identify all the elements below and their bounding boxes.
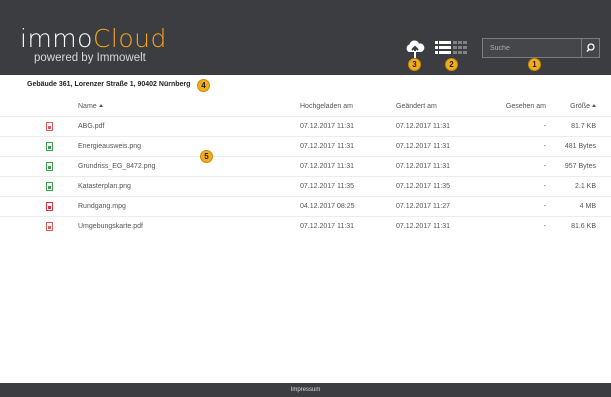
image-file-icon bbox=[46, 182, 54, 191]
table-row[interactable]: Katasterplan.png 07.12.2017 11:35 07.12.20… bbox=[0, 176, 611, 196]
seen-date: - bbox=[543, 223, 546, 230]
pdf-file-icon bbox=[46, 222, 54, 231]
uploaded-date: 07.12.2017 11:31 bbox=[300, 163, 354, 170]
uploaded-date: 07.12.2017 11:31 bbox=[300, 123, 354, 130]
file-icon-shape bbox=[46, 202, 53, 211]
sort-ascending-icon bbox=[592, 104, 596, 107]
modified-date: 07.12.2017 11:31 bbox=[396, 123, 450, 130]
file-icon-glyph bbox=[48, 166, 51, 169]
image-file-icon bbox=[46, 142, 54, 151]
search-input[interactable] bbox=[483, 39, 580, 57]
logo-word-cloud: Cloud bbox=[92, 24, 167, 53]
table-row[interactable]: ABG.pdf 07.12.2017 11:31 07.12.2017 11:31 -… bbox=[0, 116, 611, 136]
file-icon-shape bbox=[46, 162, 53, 171]
file-name[interactable]: Umgebungskarte.pdf bbox=[78, 223, 143, 230]
column-header-modified[interactable]: Geändert am bbox=[396, 103, 437, 110]
column-header-seen[interactable]: Gesehen am bbox=[492, 103, 546, 110]
file-name[interactable]: Katasterplan.png bbox=[78, 183, 131, 190]
search-box bbox=[482, 38, 600, 58]
file-icon-glyph bbox=[48, 126, 51, 129]
uploaded-date: 07.12.2017 11:31 bbox=[300, 143, 354, 150]
file-icon-glyph bbox=[48, 206, 51, 209]
immocloud-logo[interactable]: immoCloud powered by Immowelt bbox=[20, 26, 167, 64]
breadcrumb: Gebäude 361, Lorenzer Straße 1, 90402 Nü… bbox=[27, 81, 191, 88]
column-header-size[interactable]: Größe bbox=[550, 103, 596, 110]
footer: Impressum bbox=[0, 383, 611, 397]
uploaded-date: 04.12.2017 08:25 bbox=[300, 203, 355, 210]
search-icon bbox=[586, 43, 595, 52]
modified-date: 07.12.2017 11:31 bbox=[396, 163, 450, 170]
uploaded-date: 07.12.2017 11:31 bbox=[300, 223, 354, 230]
seen-date: - bbox=[543, 163, 546, 170]
file-size: 2.1 KB bbox=[574, 183, 596, 190]
list-view-icon[interactable] bbox=[435, 40, 451, 56]
seen-date: - bbox=[543, 143, 546, 150]
impressum-link[interactable]: Impressum bbox=[291, 387, 321, 393]
callout-badge-1: 1 bbox=[528, 58, 541, 71]
file-icon-shape bbox=[46, 222, 53, 231]
table-row[interactable]: Rundgang.mpg 04.12.2017 08:25 07.12.2017 1… bbox=[0, 196, 611, 216]
file-size: 81.6 KB bbox=[571, 223, 596, 230]
image-file-icon bbox=[46, 162, 54, 171]
column-header-uploaded[interactable]: Hochgeladen am bbox=[300, 103, 353, 110]
seen-date: - bbox=[543, 123, 546, 130]
file-icon-glyph bbox=[48, 146, 51, 149]
logo-wordmark: immoCloud bbox=[20, 26, 167, 51]
logo-tagline: powered by Immowelt bbox=[34, 52, 146, 64]
app-header: immoCloud powered by Immowelt bbox=[0, 0, 611, 75]
file-size: 4 MB bbox=[579, 203, 596, 210]
file-icon-shape bbox=[46, 182, 53, 191]
file-size: 957 Bytes bbox=[564, 163, 596, 170]
file-name[interactable]: ABG.pdf bbox=[78, 123, 104, 130]
file-name[interactable]: Energieausweis.png bbox=[78, 143, 141, 150]
column-header-name-label: Name bbox=[78, 103, 97, 110]
logo-word-immo: immo bbox=[20, 24, 93, 53]
file-icon-shape bbox=[46, 142, 53, 151]
grid-view-icon[interactable] bbox=[453, 40, 467, 56]
modified-date: 07.12.2017 11:27 bbox=[396, 203, 450, 210]
modified-date: 07.12.2017 11:31 bbox=[396, 223, 450, 230]
table-row[interactable]: Umgebungskarte.pdf 07.12.2017 11:31 07.12.… bbox=[0, 216, 611, 236]
file-name[interactable]: Rundgang.mpg bbox=[78, 203, 126, 210]
table-header: Name Hochgeladen am Geändert am Gesehen … bbox=[0, 103, 611, 115]
file-name[interactable]: Grundriss_EG_8472.png bbox=[78, 163, 155, 170]
seen-date: - bbox=[543, 183, 546, 190]
file-icon-shape bbox=[46, 122, 53, 131]
table-row[interactable]: Energieausweis.png 07.12.2017 11:31 07.12.… bbox=[0, 136, 611, 156]
column-header-name[interactable]: Name bbox=[78, 103, 103, 110]
video-file-icon bbox=[46, 202, 54, 211]
callout-badge-3: 3 bbox=[408, 58, 421, 71]
column-header-size-label: Größe bbox=[570, 103, 590, 110]
seen-date: - bbox=[543, 203, 546, 210]
callout-badge-5: 5 bbox=[200, 150, 213, 163]
table-row[interactable]: Grundriss_EG_8472.png 07.12.2017 11:31 07.… bbox=[0, 156, 611, 176]
cloud-upload-icon[interactable] bbox=[404, 40, 426, 58]
file-icon-glyph bbox=[48, 226, 51, 229]
pdf-file-icon bbox=[46, 122, 54, 131]
callout-badge-2: 2 bbox=[445, 58, 458, 71]
sort-ascending-icon bbox=[98, 104, 103, 107]
file-size: 481 Bytes bbox=[564, 143, 596, 150]
uploaded-date: 07.12.2017 11:35 bbox=[300, 183, 354, 190]
file-icon-glyph bbox=[48, 186, 51, 189]
modified-date: 07.12.2017 11:35 bbox=[396, 183, 450, 190]
search-button[interactable] bbox=[581, 39, 599, 57]
file-size: 81.7 KB bbox=[571, 123, 596, 130]
modified-date: 07.12.2017 11:31 bbox=[396, 143, 450, 150]
callout-badge-4: 4 bbox=[197, 79, 210, 92]
